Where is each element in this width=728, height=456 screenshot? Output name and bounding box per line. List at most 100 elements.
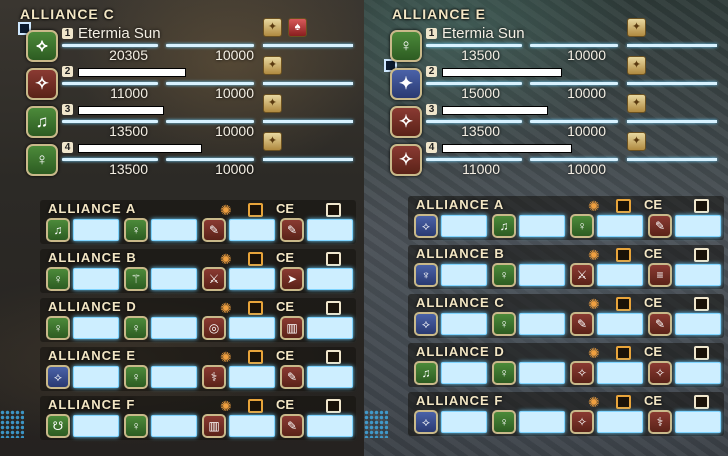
alliance-member-slot[interactable]: ≡: [648, 263, 722, 287]
alliance-member-slot[interactable]: ⟡: [414, 214, 488, 238]
alliance-member-slot[interactable]: ✎: [648, 214, 722, 238]
buff-timer-bar: [263, 82, 353, 85]
party-member-row[interactable]: ✧ 4 11000 10000 ✦: [364, 132, 728, 184]
ce-label: CE: [276, 299, 295, 314]
alliance-member-slot[interactable]: ♫: [46, 218, 120, 242]
member-number: 3: [62, 104, 73, 115]
alliance-member-slot[interactable]: ♀: [492, 312, 566, 336]
buff-timer-bar: [263, 158, 353, 161]
buff-timer-bar: [627, 120, 717, 123]
sub-alliance-title: ALLIANCE B: [48, 250, 137, 265]
hp-value: 11000: [110, 85, 148, 101]
job-icon: ⟡: [414, 214, 438, 238]
buff-icon: ✦: [263, 132, 282, 151]
alliance-member-slot[interactable]: ✎: [280, 365, 354, 389]
hp-gauge: [519, 215, 565, 237]
alliance-member-slot[interactable]: ✎: [280, 414, 354, 438]
alliance-member-slot[interactable]: ✎: [202, 218, 276, 242]
hp-gauge: [307, 219, 353, 241]
ce-count-icon: [694, 346, 709, 360]
job-icon: ✎: [280, 218, 304, 242]
hp-gauge: [151, 317, 197, 339]
mp-value: 10000: [215, 47, 254, 63]
ce-star-icon: ✺: [220, 202, 232, 218]
alliance-member-slot[interactable]: ⟡: [414, 410, 488, 434]
job-icon: ✧: [390, 144, 422, 176]
job-icon: ✧: [570, 361, 594, 385]
hp-gauge: [441, 411, 487, 433]
hp-gauge: [441, 264, 487, 286]
job-icon: ➤: [280, 267, 304, 291]
alliance-member-slot[interactable]: ♫: [492, 214, 566, 238]
alliance-member-slot[interactable]: ♀: [46, 316, 120, 340]
alliance-member-slot[interactable]: ⚔: [202, 267, 276, 291]
sub-alliance-title: ALLIANCE E: [48, 348, 136, 363]
hp-gauge: [597, 362, 643, 384]
alliance-member-slot[interactable]: ☋: [46, 414, 120, 438]
job-icon: ✧: [26, 68, 58, 100]
sub-alliance-panel: ALLIANCE B ✺ CE ♀ ⚚ ⚔ ➤: [40, 249, 356, 293]
alliance-member-slot[interactable]: ♫: [414, 361, 488, 385]
alliance-member-slot[interactable]: ⟡: [46, 365, 120, 389]
member-number: 3: [426, 104, 437, 115]
alliance-member-slot[interactable]: ⚔: [570, 263, 644, 287]
alliance-member-slot[interactable]: ✎: [280, 218, 354, 242]
ce-star-icon: ✺: [220, 398, 232, 414]
member-name: Etermia Sun: [442, 25, 525, 42]
hp-gauge: [307, 317, 353, 339]
redacted-name: [442, 144, 572, 153]
alliance-member-slot[interactable]: ⚕: [202, 365, 276, 389]
buff-icon: ✦: [263, 56, 282, 75]
hp-value: 13500: [109, 123, 148, 139]
job-icon: ✎: [648, 214, 672, 238]
alliance-member-slot[interactable]: ♀: [124, 218, 198, 242]
ce-star-icon: ✺: [588, 296, 600, 312]
alliance-member-slot[interactable]: ▥: [280, 316, 354, 340]
alliance-member-slot[interactable]: ♀: [46, 267, 120, 291]
member-number: 4: [62, 142, 73, 153]
hp-value: 11000: [462, 161, 500, 177]
member-number: 1: [426, 28, 437, 39]
alliance-member-slot[interactable]: ✎: [648, 312, 722, 336]
alliance-member-slot[interactable]: ✎: [570, 312, 644, 336]
redacted-name: [78, 144, 202, 153]
alliance-member-slot[interactable]: ⚕: [648, 410, 722, 434]
job-icon: ♀: [390, 30, 422, 62]
ce-label: CE: [276, 348, 295, 363]
alliance-member-slot[interactable]: ♀: [492, 263, 566, 287]
job-icon: ✎: [280, 414, 304, 438]
hp-gauge: [307, 268, 353, 290]
job-icon: ♫: [414, 361, 438, 385]
alliance-member-slot[interactable]: ✧: [570, 410, 644, 434]
hp-gauge: [229, 317, 275, 339]
job-icon: ♀: [46, 267, 70, 291]
hp-gauge: [597, 313, 643, 335]
job-icon: ♀: [124, 365, 148, 389]
alliance-member-slot[interactable]: ✧: [570, 361, 644, 385]
alliance-member-slot[interactable]: ♀: [570, 214, 644, 238]
job-icon: ♆: [414, 263, 438, 287]
alliance-member-slot[interactable]: ♀: [492, 410, 566, 434]
alliance-member-slot[interactable]: ✧: [648, 361, 722, 385]
ce-indicator-icon: [616, 248, 631, 262]
hp-gauge: [519, 411, 565, 433]
alliance-member-slot[interactable]: ♀: [124, 414, 198, 438]
job-icon: ✧: [648, 361, 672, 385]
party-member-row[interactable]: ♀ 4 13500 10000 ✦: [0, 132, 364, 184]
alliance-member-slot[interactable]: ♀: [124, 365, 198, 389]
alliance-member-slot[interactable]: ♀: [124, 316, 198, 340]
buff-timer-bar: [263, 120, 353, 123]
ce-star-icon: ✺: [588, 198, 600, 214]
alliance-member-slot[interactable]: ⟡: [414, 312, 488, 336]
alliance-member-slot[interactable]: ♀: [492, 361, 566, 385]
alliance-member-slot[interactable]: ♆: [414, 263, 488, 287]
alliance-member-slot[interactable]: ▥: [202, 414, 276, 438]
ce-count-icon: [694, 297, 709, 311]
sub-alliance-title: ALLIANCE A: [416, 197, 505, 212]
alliance-member-slot[interactable]: ◎: [202, 316, 276, 340]
job-icon: ♀: [124, 316, 148, 340]
alliance-member-slot[interactable]: ➤: [280, 267, 354, 291]
ce-indicator-icon: [616, 297, 631, 311]
mp-value: 10000: [215, 85, 254, 101]
alliance-member-slot[interactable]: ⚚: [124, 267, 198, 291]
